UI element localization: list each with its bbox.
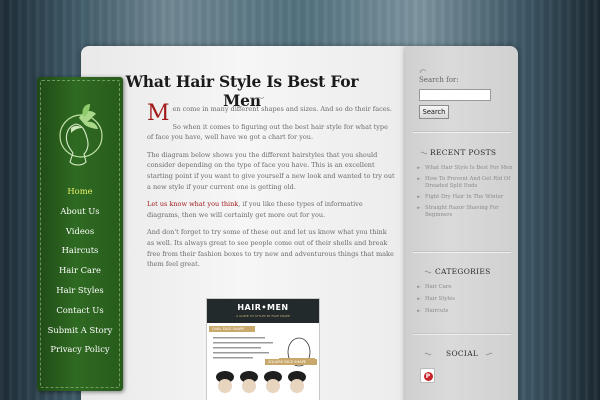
search-button[interactable]: Search: [419, 105, 449, 119]
paragraph-2: So when it comes to figuring out the bes…: [147, 122, 388, 142]
drop-cap: M: [147, 101, 170, 126]
flourish-icon: [419, 69, 427, 74]
bullet-icon: ►: [417, 165, 421, 171]
nav-item-contact-us[interactable]: Contact Us: [37, 301, 123, 321]
recent-post-item[interactable]: ► Fight Dry Hair In The Winter: [417, 194, 513, 201]
bullet-icon: ►: [417, 204, 421, 211]
hairstyle-infographic[interactable]: HAIR•MEN A GUIDE TO STYLES BY FACE SHAPE…: [206, 298, 320, 400]
sidebar-divider: [413, 252, 511, 253]
recent-post-item[interactable]: ► What Hair Style Is Best For Men: [417, 165, 513, 172]
nav-item-about-us[interactable]: About Us: [37, 202, 123, 222]
recent-post-item[interactable]: ► Straight Razor Shaving For Beginners: [417, 205, 513, 219]
site-logo-icon[interactable]: [52, 100, 110, 176]
feedback-link[interactable]: Let us know what you think: [147, 200, 238, 208]
intro-paragraph: Men come in many different shapes and si…: [147, 101, 392, 126]
bullet-icon: ►: [417, 307, 421, 314]
infographic-header: HAIR•MEN A GUIDE TO STYLES BY FACE SHAPE: [207, 299, 319, 323]
bullet-icon: ►: [417, 284, 421, 290]
pinterest-icon[interactable]: P: [420, 368, 435, 383]
paragraph-5: And don't forget to try some of these ou…: [147, 228, 394, 269]
category-item[interactable]: ► Hair Care: [417, 284, 513, 291]
nav-item-submit-a-story[interactable]: Submit A Story: [37, 321, 123, 341]
infographic-subtitle: A GUIDE TO STYLES BY FACE SHAPE: [236, 314, 290, 318]
category-item[interactable]: ► Haircuts: [417, 308, 513, 315]
social-title: SOCIAL: [446, 349, 479, 358]
recent-posts-title: RECENT POSTS: [430, 148, 497, 157]
paragraph-4: Let us know what you think, if you like …: [147, 200, 363, 219]
flourish-icon: [249, 96, 265, 100]
post-content: Men come in many different shapes and si…: [147, 101, 395, 277]
sidebar-divider: [413, 132, 511, 133]
category-item[interactable]: ► Hair Styles: [417, 296, 513, 303]
categories-list: ► Hair Care ► Hair Styles ► Haircuts: [417, 284, 513, 319]
nav-item-hair-care[interactable]: Hair Care: [37, 261, 123, 281]
nav-item-hair-styles[interactable]: Hair Styles: [37, 281, 123, 301]
flourish-icon: [424, 270, 432, 274]
infographic-band-oval: OVAL FACE SHAPE: [209, 326, 255, 332]
search-label: Search for:: [419, 76, 459, 84]
pinterest-logo: P: [423, 371, 433, 381]
infographic-illustration: [213, 337, 315, 393]
paragraph-3: The diagram below shows you the differen…: [147, 150, 395, 191]
nav-item-home[interactable]: Home: [37, 182, 123, 202]
recent-post-item[interactable]: ► How To Prevent And Get Rid Of Dreaded S…: [417, 176, 513, 190]
flourish-icon: [485, 352, 493, 356]
sidebar-divider: [413, 334, 511, 335]
categories-title: CATEGORIES: [435, 267, 491, 276]
infographic-band-square: SQUARE FACE SHAPE: [265, 359, 317, 365]
flourish-icon: [420, 151, 428, 155]
bullet-icon: ►: [417, 193, 421, 200]
bullet-icon: ►: [417, 175, 421, 182]
nav-item-haircuts[interactable]: Haircuts: [37, 241, 123, 261]
search-input[interactable]: [419, 89, 491, 101]
main-nav: Home About Us Videos Haircuts Hair Care …: [37, 182, 123, 360]
infographic-title: HAIR•MEN: [237, 303, 289, 312]
bullet-icon: ►: [417, 295, 421, 302]
recent-posts-list: ► What Hair Style Is Best For Men ► How To…: [417, 165, 513, 223]
nav-item-videos[interactable]: Videos: [37, 222, 123, 242]
flourish-icon: [424, 352, 432, 356]
nav-item-privacy-policy[interactable]: Privacy Policy: [37, 340, 123, 360]
